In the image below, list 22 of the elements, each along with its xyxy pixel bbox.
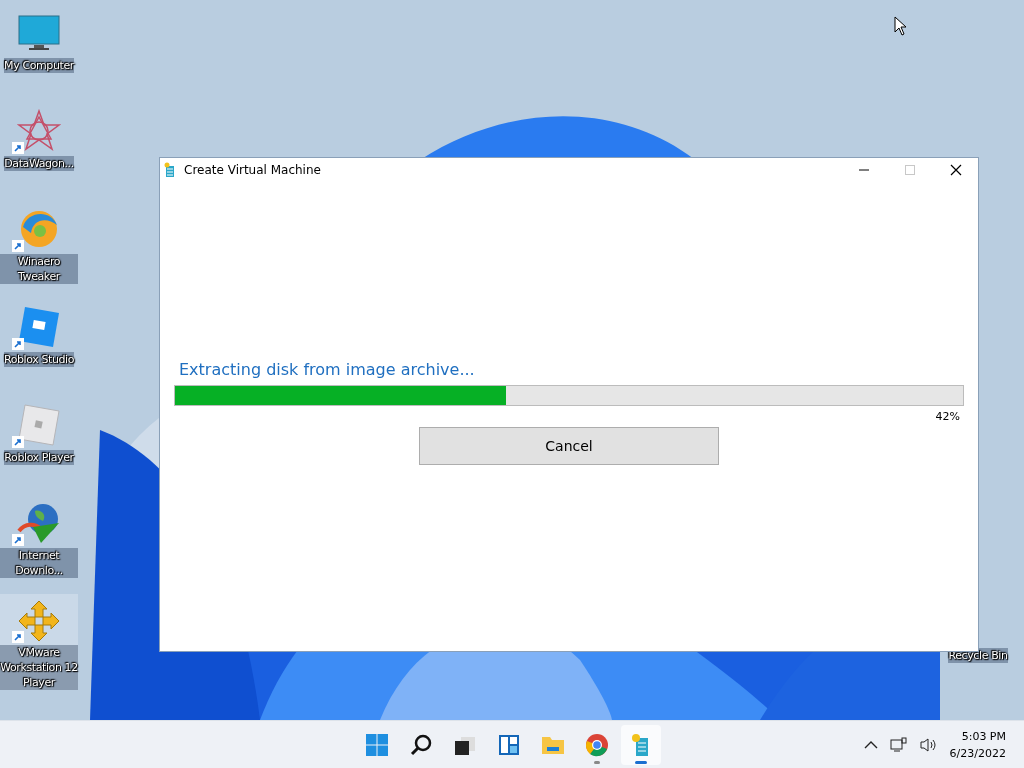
monitor-icon: [17, 14, 61, 52]
progress-percent: 42%: [935, 410, 960, 423]
speaker-icon[interactable]: [919, 736, 938, 753]
clock[interactable]: 5:03 PM 6/23/2022: [949, 727, 1006, 762]
server-icon: [164, 162, 176, 178]
cancel-button[interactable]: Cancel: [419, 427, 719, 465]
window-title: Create Virtual Machine: [184, 163, 322, 177]
browser-icon[interactable]: [585, 732, 609, 757]
network-icon[interactable]: [889, 736, 908, 753]
star-pattern-icon: [17, 109, 61, 153]
cursor-icon: [894, 16, 906, 36]
search-icon[interactable]: [409, 732, 433, 757]
globe-arrow-icon: [17, 501, 61, 545]
status-text: Extracting disk from image archive...: [179, 360, 476, 379]
studio-icon: [17, 305, 61, 349]
desktop-icon[interactable]: VMware Workstation 12 Player: [0, 594, 78, 690]
widgets-icon[interactable]: [497, 732, 521, 757]
start-icon[interactable]: [365, 732, 389, 757]
player-icon: [17, 403, 61, 447]
vmware-icon: [17, 598, 61, 643]
chevron-up-icon[interactable]: [863, 739, 878, 750]
close-icon[interactable]: [950, 164, 962, 176]
